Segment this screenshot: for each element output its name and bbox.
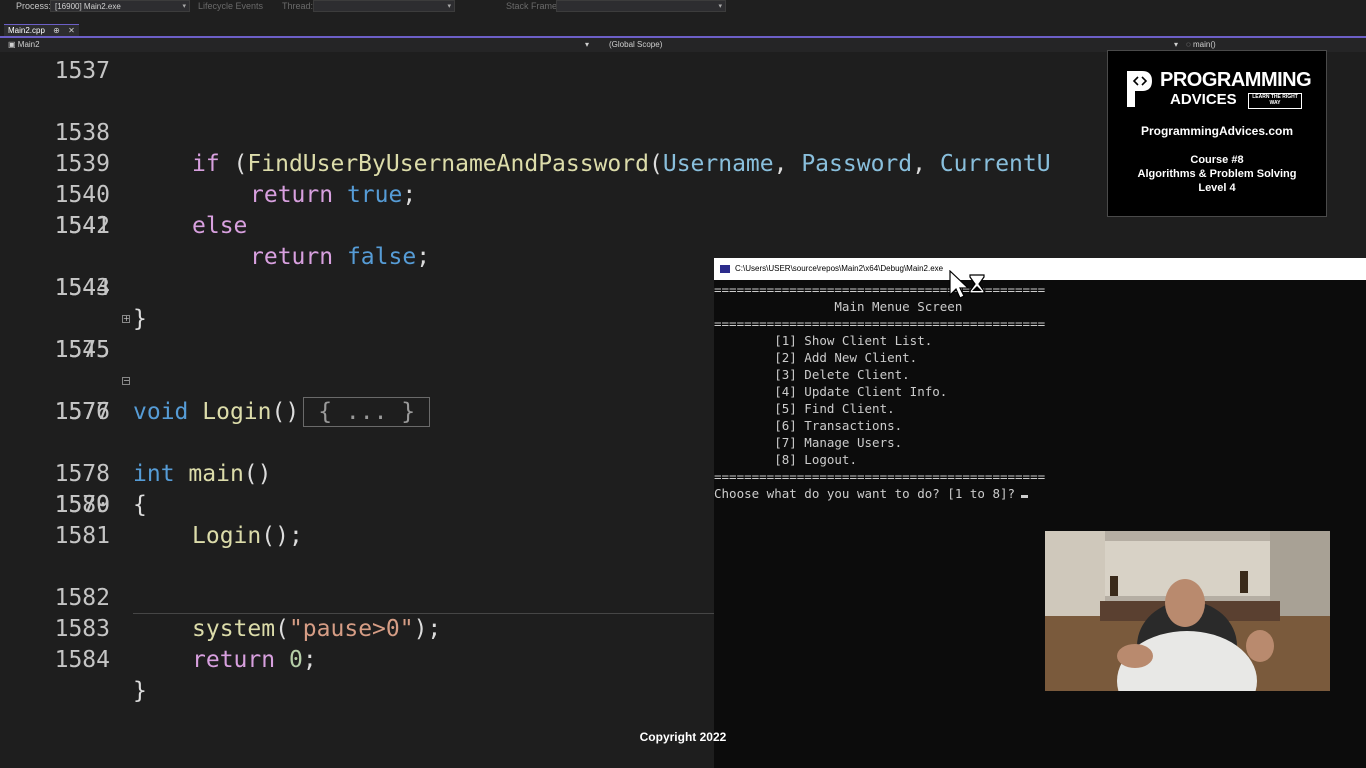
code-line: 1583 return 0; [20,583,714,673]
mouse-pointer-busy-icon [949,270,985,299]
member-name: main() [1192,40,1216,49]
param: CurrentU [939,151,1051,177]
thread-dropdown[interactable]: ▾ [313,0,455,12]
console-titlebar[interactable]: C:\Users\USER\source\repos\Main2\x64\Deb… [714,258,1366,280]
console-title: C:\Users\USER\source\repos\Main2\x64\Deb… [735,264,944,273]
code-line: 1539 return true; [20,118,714,208]
menu-item: [4] Update Client Info. [714,384,948,399]
code-line: 1545 + void Login(){ ... } [20,304,714,427]
code-line: 1540 else [20,149,714,239]
code-line: 1581 [20,521,714,552]
thread-label: Thread: [282,1,314,11]
menu-item: [3] Delete Client. [714,367,910,382]
process-label: Process: [16,1,52,11]
code-line: 1578 { [20,428,714,518]
pin-icon[interactable]: ⊕ [53,26,60,35]
course-level: Level 4 [1198,182,1236,194]
collapse-icon[interactable]: − [122,377,130,385]
line-number: 1577 [54,399,110,425]
menu-item: [7] Manage Users. [714,435,903,450]
copyright-text: Copyright 2022 [639,730,727,744]
chevron-down-icon: ▾ [447,3,451,10]
programming-advices-logo-icon [1127,71,1152,107]
code-line: 1537 [20,56,714,87]
console-output[interactable]: ========================================… [714,280,1366,768]
menu-item: [8] Logout. [714,452,857,467]
chevron-down-icon: ▾ [718,3,722,10]
console-line: ========================================… [714,282,1046,297]
keyword: return [192,647,276,673]
debug-toolbar: Process: [16900] Main2.exe ▾ Lifecycle E… [0,0,1366,36]
line-number: 1584 [54,647,110,673]
code-line: 1584 } [20,614,714,704]
process-dropdown[interactable]: [16900] Main2.exe ▾ [50,0,190,12]
param: Password [801,151,913,177]
code-line: 1543 } [20,242,714,332]
course-number: Course #8 [1190,154,1244,166]
text-cursor [1021,495,1029,498]
chevron-down-icon[interactable]: ▾ [585,38,589,52]
console-prompt[interactable]: Choose what do you want to do? [1 to 8]? [714,485,1029,502]
number-literal: 0 [288,647,303,673]
code-line: 1542 [20,211,714,242]
tab-label: Main2.cpp [8,26,45,35]
console-window[interactable]: C:\Users\USER\source\repos\Main2\x64\Deb… [714,258,1366,768]
logo-text: PROGRAMMING [1160,69,1312,91]
current-line-highlight [133,613,714,614]
code-line: 1576 − int main() [20,366,714,488]
line-number: 1544 [54,275,110,301]
logo-text: ADVICES [1170,91,1237,108]
code-line: 1582 system("pause>0"); [20,552,714,642]
brand-card: PROGRAMMING ADVICES LEARN THE RIGHT WAY … [1107,50,1327,217]
console-line: ========================================… [714,316,1046,331]
line-number: 1581 [54,523,110,549]
code-line: 1580 [20,490,714,521]
scope-dropdown[interactable]: (Global Scope) [609,38,662,52]
webcam-video-image [1045,531,1330,691]
stack-frame-label: Stack Frame: [506,1,560,11]
console-line: Main Menue Screen [714,299,963,314]
line-number: 1580 [54,492,110,518]
line-number: 1537 [54,58,110,84]
code-line: 1538 if (FindUserByUsernameAndPassword(U… [20,87,1051,177]
website-text: ProgrammingAdvices.com [1140,124,1294,138]
logo-tagline: LEARN THE RIGHT WAY [1248,93,1302,109]
menu-item: [6] Transactions. [714,418,903,433]
prompt-text: Choose what do you want to do? [1 to 8]? [714,486,1016,501]
code-line: 1577 [20,397,714,428]
stack-frame-dropdown[interactable]: ▾ [556,0,726,12]
line-number: 1542 [54,213,110,239]
line-number: 1575 [54,337,110,363]
project-name: Main2 [17,40,40,49]
menu-item: [2] Add New Client. [714,350,918,365]
console-app-icon [720,265,730,273]
chevron-down-icon: ▾ [182,3,186,10]
course-info: Course #8 Algorithms & Problem Solving L… [1108,153,1326,195]
menu-item: [5] Find Client. [714,401,895,416]
close-icon[interactable]: ✕ [68,26,75,35]
project-dropdown[interactable]: ▣ Main2 [8,38,40,52]
expand-icon[interactable]: + [122,315,130,323]
process-value: [16900] Main2.exe [55,2,121,11]
code-line: 1579 Login(); [20,459,714,549]
menu-item: [1] Show Client List. [714,333,933,348]
console-line: ========================================… [714,469,1046,484]
code-editor[interactable]: 1537 1538 if (FindUserByUsernameAndPassw… [20,52,1051,768]
code-line: 1541 return false; [20,180,714,270]
code-line: 1575 [20,335,714,366]
code-line: 1544 [20,273,714,304]
lifecycle-events-label[interactable]: Lifecycle Events [198,1,263,11]
course-title: Algorithms & Problem Solving [1137,168,1297,180]
